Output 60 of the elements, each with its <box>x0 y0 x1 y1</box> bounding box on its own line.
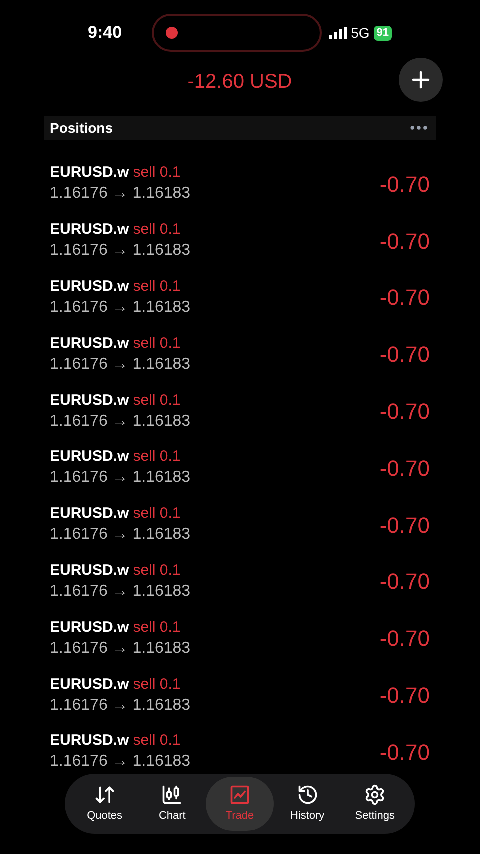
add-button[interactable] <box>399 58 443 102</box>
order-side: sell 0.1 <box>133 163 181 184</box>
order-side: sell 0.1 <box>133 504 181 524</box>
profit-value: -0.70 <box>380 284 430 312</box>
battery-icon: 91 <box>374 26 392 40</box>
order-side: sell 0.1 <box>133 674 181 695</box>
tab-button[interactable]: History <box>274 777 342 831</box>
price-range: 1.16176 → 1.16183 <box>50 582 191 602</box>
price-range: 1.16176 → 1.16183 <box>50 241 191 262</box>
profit-value: -0.70 <box>380 228 430 256</box>
price-range: 1.16176 → 1.16183 <box>50 298 191 318</box>
price-range: 1.16176 → 1.16183 <box>50 468 191 488</box>
balance-amount: -12.60 USD <box>188 70 292 95</box>
tab-button[interactable]: Quotes <box>71 777 139 831</box>
order-side: sell 0.1 <box>133 731 181 752</box>
order-side: sell 0.1 <box>133 276 181 297</box>
profit-value: -0.70 <box>380 738 430 767</box>
symbol-label: EURUSD.w <box>50 220 130 240</box>
symbol-label: EURUSD.w <box>50 163 130 184</box>
profit-value: -0.70 <box>380 170 430 199</box>
profit-value: -0.70 <box>380 568 430 596</box>
network-label: 5G <box>351 24 370 42</box>
order-side: sell 0.1 <box>133 390 181 411</box>
order-side: sell 0.1 <box>133 220 181 240</box>
section-title: Positions <box>50 118 114 138</box>
settings-icon <box>364 784 386 806</box>
symbol-label: EURUSD.w <box>50 276 130 297</box>
price-range: 1.16176 → 1.16183 <box>50 752 191 772</box>
profit-value: -0.70 <box>380 454 430 483</box>
price-range: 1.16176 → 1.16183 <box>50 638 191 659</box>
price-range: 1.16176 → 1.16183 <box>50 525 191 546</box>
symbol-label: EURUSD.w <box>50 447 130 468</box>
order-side: sell 0.1 <box>133 560 181 581</box>
profit-value: -0.70 <box>380 398 430 426</box>
symbol-label: EURUSD.w <box>50 334 130 354</box>
profit-value: -0.70 <box>380 625 430 654</box>
symbol-label: EURUSD.w <box>50 560 130 581</box>
symbol-label: EURUSD.w <box>50 618 130 638</box>
symbol-label: EURUSD.w <box>50 504 130 524</box>
price-range: 1.16176 → 1.16183 <box>50 184 191 204</box>
profit-value: -0.70 <box>380 341 430 370</box>
line-chart-icon <box>228 784 251 806</box>
up-down-arrows-icon <box>94 784 116 806</box>
price-range: 1.16176 → 1.16183 <box>50 412 191 432</box>
order-side: sell 0.1 <box>133 334 181 354</box>
profit-value: -0.70 <box>380 512 430 540</box>
price-range: 1.16176 → 1.16183 <box>50 696 191 716</box>
profit-value: -0.70 <box>380 682 430 710</box>
order-side: sell 0.1 <box>133 447 181 468</box>
symbol-label: EURUSD.w <box>50 731 130 752</box>
candlestick-icon <box>161 784 184 806</box>
history-icon <box>296 784 319 806</box>
status-time: 9:40 <box>88 22 124 44</box>
symbol-label: EURUSD.w <box>50 390 130 411</box>
price-range: 1.16176 → 1.16183 <box>50 354 191 375</box>
tab-button[interactable]: Settings <box>341 777 409 831</box>
tab-button[interactable]: Chart <box>138 777 206 831</box>
signal-icon <box>329 27 348 39</box>
order-side: sell 0.1 <box>133 618 181 638</box>
symbol-label: EURUSD.w <box>50 674 130 695</box>
